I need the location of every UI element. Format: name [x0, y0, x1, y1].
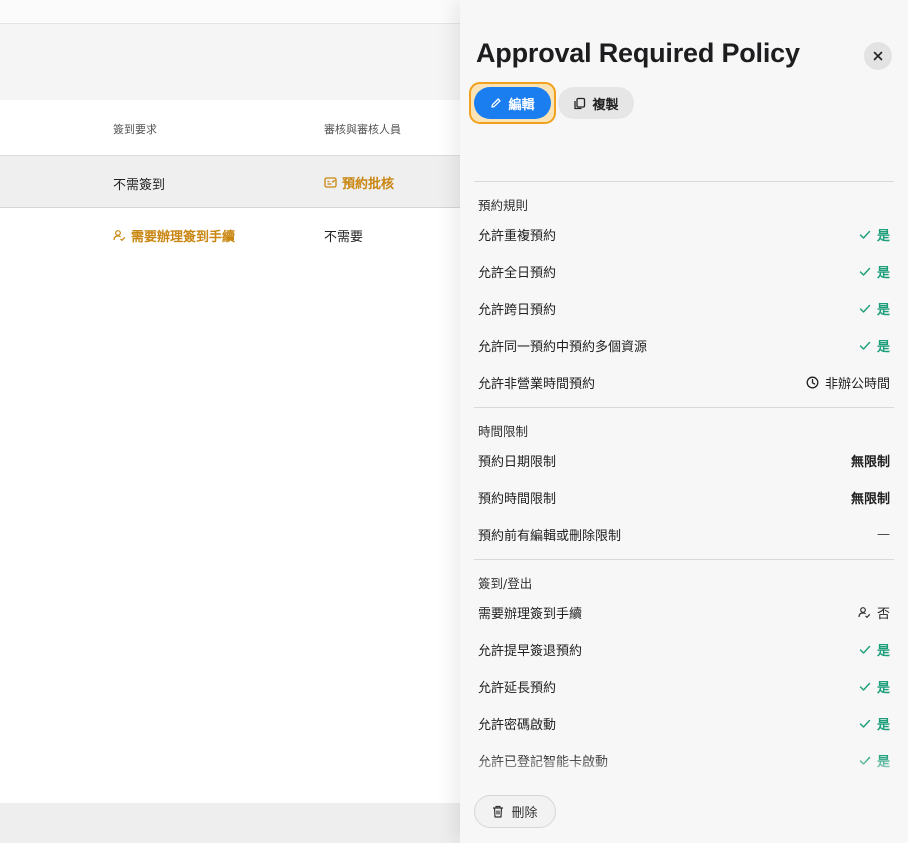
detail-value-text: 是	[876, 644, 890, 659]
detail-row: 允許全日預約 是	[474, 253, 894, 290]
detail-value-text: 是	[876, 718, 890, 733]
detail-value-text: 是	[876, 681, 890, 696]
detail-value: —	[877, 527, 890, 542]
check-icon	[859, 267, 871, 276]
detail-value: 無限制	[851, 451, 890, 470]
table-cell-approval: 預約批核	[324, 173, 394, 192]
detail-row: 允許提早簽退預約 是	[474, 631, 894, 668]
detail-row: 允許延長預約 是	[474, 668, 894, 705]
detail-value-text: 是	[876, 755, 890, 770]
detail-value: 是	[859, 262, 890, 281]
copy-label: 複製	[592, 97, 619, 113]
delete-button[interactable]: 刪除	[474, 795, 556, 828]
detail-row: 預約日期限制 無限制	[474, 442, 894, 479]
detail-label: 預約時間限制	[478, 492, 557, 507]
check-icon	[859, 230, 871, 239]
detail-value: 是	[859, 677, 890, 696]
detail-label: 允許延長預約	[478, 681, 557, 696]
detail-row: 允許密碼啟動 是	[474, 705, 894, 742]
policy-details: 預約規則 允許重複預約是允許全日預約是允許跨日預約是允許同一預約中預約多個資源是允…	[474, 181, 894, 779]
edit-button[interactable]: 編輯	[474, 87, 551, 119]
section-title: 簽到/登出	[478, 576, 533, 591]
table-cell-checkin: 不需簽到	[113, 178, 166, 193]
detail-row: 需要辦理簽到手續 否	[474, 594, 894, 631]
detail-row: 允許已登記智能卡啟動 是	[474, 742, 894, 779]
detail-value-text: 是	[876, 340, 890, 355]
detail-value-text: —	[877, 527, 890, 542]
detail-label: 允許同一預約中預約多個資源	[478, 340, 648, 355]
detail-row: 預約前有編輯或刪除限制 —	[474, 516, 894, 553]
detail-label: 允許密碼啟動	[478, 718, 557, 733]
column-header-approval: 審核與審核人員	[324, 123, 401, 136]
table-cell-approval: 不需要	[324, 230, 364, 245]
person-check-icon	[858, 607, 871, 619]
check-icon	[859, 645, 871, 654]
detail-value: 是	[859, 714, 890, 733]
detail-value-text: 是	[876, 229, 890, 244]
person-check-icon	[113, 230, 126, 242]
detail-value: 是	[859, 299, 890, 318]
detail-value: 無限制	[851, 488, 890, 507]
check-icon	[859, 304, 871, 313]
section-title: 預約規則	[478, 198, 529, 213]
detail-row: 允許重複預約 是	[474, 216, 894, 253]
detail-row: 允許非營業時間預約 非辦公時間	[474, 364, 894, 401]
check-icon	[859, 682, 871, 691]
detail-value: 是	[859, 751, 890, 770]
detail-value-text: 是	[876, 303, 890, 318]
drawer-title: Approval Required Policy	[476, 38, 800, 68]
detail-label: 預約前有編輯或刪除限制	[478, 529, 622, 544]
edit-label: 編輯	[508, 97, 535, 113]
detail-value-text: 是	[876, 266, 890, 281]
section-title: 時間限制	[478, 424, 529, 439]
details-section: 時間限制 預約日期限制 無限制 預約時間限制 無限制 預約前有編輯或刪除限制 —	[474, 407, 894, 559]
check-icon	[859, 719, 871, 728]
detail-label: 允許非營業時間預約	[478, 377, 596, 392]
clock-icon	[806, 376, 819, 389]
trash-icon	[493, 805, 504, 818]
detail-row: 允許同一預約中預約多個資源 是	[474, 327, 894, 364]
pencil-icon	[491, 98, 502, 108]
detail-label: 需要辦理簽到手續	[478, 607, 583, 622]
approval-icon	[324, 177, 337, 188]
close-button[interactable]	[864, 42, 892, 70]
detail-label: 允許跨日預約	[478, 303, 557, 318]
detail-value-text: 無限制	[850, 492, 890, 507]
details-section: 簽到/登出 需要辦理簽到手續否允許提早簽退預約是允許延長預約是允許密碼啟動是允許已…	[474, 559, 894, 779]
detail-label: 允許提早簽退預約	[478, 644, 583, 659]
detail-value: 是	[859, 640, 890, 659]
policy-details-drawer: Approval Required Policy 編輯 複製 預約規則允許重複預…	[460, 0, 908, 843]
detail-value-text: 無限制	[850, 455, 890, 470]
column-header-checkin: 簽到要求	[113, 123, 157, 136]
check-icon	[859, 341, 871, 350]
detail-label: 預約日期限制	[478, 455, 557, 470]
copy-button[interactable]: 複製	[558, 87, 634, 119]
table-cell-checkin: 需要辦理簽到手續	[113, 226, 235, 245]
close-icon	[873, 51, 883, 61]
detail-value-text: 否	[876, 607, 890, 622]
detail-row: 允許跨日預約 是	[474, 290, 894, 327]
detail-value: 是	[859, 225, 890, 244]
copy-icon	[574, 97, 586, 109]
edit-button-focus-ring: 編輯	[469, 82, 556, 124]
detail-value: 是	[859, 336, 890, 355]
check-icon	[859, 756, 871, 765]
detail-value: 否	[858, 603, 890, 622]
detail-value-text: 非辦公時間	[824, 377, 890, 392]
delete-label: 刪除	[511, 806, 538, 821]
detail-label: 允許重複預約	[478, 229, 557, 244]
detail-label: 允許已登記智能卡啟動	[478, 755, 609, 770]
details-section: 預約規則 允許重複預約是允許全日預約是允許跨日預約是允許同一預約中預約多個資源是允…	[474, 181, 894, 407]
detail-label: 允許全日預約	[478, 266, 557, 281]
detail-value: 非辦公時間	[806, 373, 890, 392]
detail-row: 預約時間限制 無限制	[474, 479, 894, 516]
